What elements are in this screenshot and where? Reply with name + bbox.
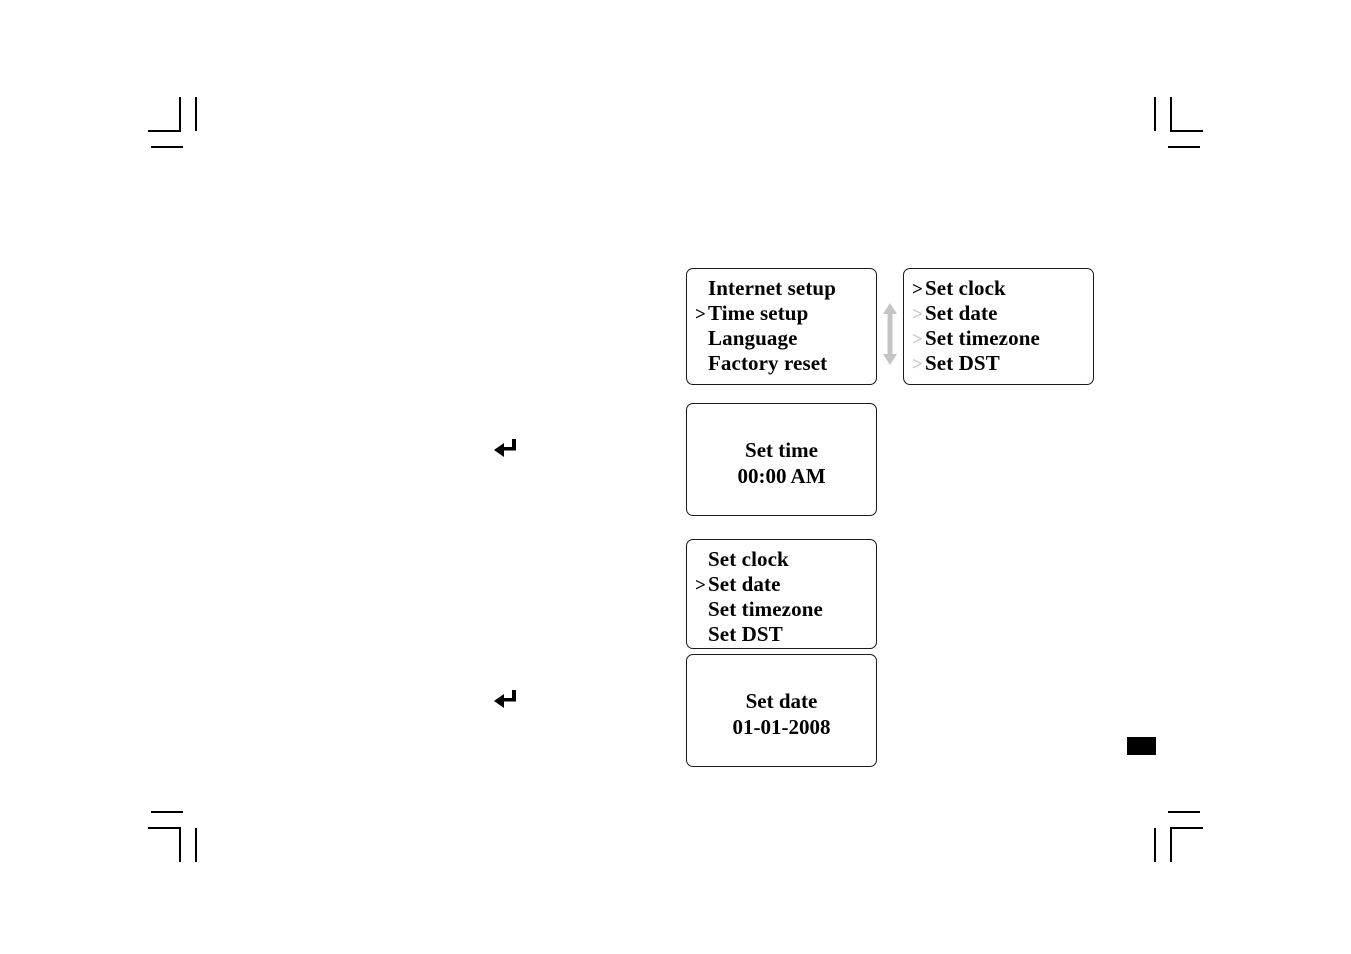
chevron-icon — [695, 623, 708, 648]
menu-item-label: Time setup — [708, 301, 809, 325]
set-time-value[interactable]: 00:00 AM — [737, 463, 825, 489]
menu-item-internet-setup[interactable]: Internet setup — [687, 276, 876, 301]
set-time-title: Set time — [745, 438, 818, 462]
return-arrow-set-date-icon — [494, 686, 518, 712]
crop-mark-top-right — [1147, 97, 1203, 153]
menu-item-label: Language — [708, 326, 798, 350]
chevron-icon: > — [912, 304, 923, 325]
display-clock-menu: Set clock > Set date Set timezone Set DS… — [686, 539, 877, 649]
menu-item-set-date[interactable]: > Set date — [687, 572, 876, 597]
chevron-icon — [695, 327, 708, 352]
page-marker-block — [1127, 737, 1156, 755]
menu-item-label: Set DST — [708, 622, 783, 646]
crop-mark-bottom-left — [148, 806, 204, 862]
chevron-icon: > — [912, 279, 923, 300]
menu-item-set-dst[interactable]: Set DST — [687, 622, 876, 647]
menu-item-label: Factory reset — [708, 351, 828, 375]
set-date-value[interactable]: 01-01-2008 — [733, 714, 831, 740]
return-arrow-set-time-icon — [494, 435, 518, 461]
menu-item-label: Set clock — [925, 276, 1006, 300]
chevron-icon — [695, 352, 708, 377]
set-date-title: Set date — [745, 689, 818, 713]
crop-mark-top-left — [148, 97, 204, 153]
menu-item-label: Set timezone — [708, 597, 823, 621]
crop-mark-bottom-right — [1147, 806, 1203, 862]
menu-item-label: Set DST — [925, 351, 1000, 375]
chevron-icon: > — [912, 329, 923, 350]
chevron-icon — [695, 277, 708, 302]
menu-item-label: Set timezone — [925, 326, 1040, 350]
chevron-icon: > — [695, 304, 706, 325]
menu-item-time-setup[interactable]: > Time setup — [687, 301, 876, 326]
display-time-setup-menu: > Set clock > Set date > Set timezone > … — [903, 268, 1094, 385]
menu-item-label: Set date — [925, 301, 998, 325]
menu-item-set-clock[interactable]: Set clock — [687, 547, 876, 572]
display-set-date: Set date 01-01-2008 — [686, 654, 877, 767]
display-setup-menu: Internet setup > Time setup Language Fac… — [686, 268, 877, 385]
scroll-up-down-arrow-icon — [880, 303, 900, 365]
chevron-icon — [695, 598, 708, 623]
menu-item-language[interactable]: Language — [687, 326, 876, 351]
menu-item-set-date[interactable]: > Set date — [904, 301, 1093, 326]
menu-item-set-dst[interactable]: > Set DST — [904, 351, 1093, 376]
menu-item-set-timezone[interactable]: > Set timezone — [904, 326, 1093, 351]
chevron-icon — [695, 548, 708, 573]
menu-item-label: Set clock — [708, 547, 789, 571]
menu-item-label: Internet setup — [708, 276, 836, 300]
display-set-time: Set time 00:00 AM — [686, 403, 877, 516]
menu-item-set-timezone[interactable]: Set timezone — [687, 597, 876, 622]
menu-item-label: Set date — [708, 572, 781, 596]
chevron-icon: > — [912, 354, 923, 375]
menu-item-factory-reset[interactable]: Factory reset — [687, 351, 876, 376]
chevron-icon: > — [695, 575, 706, 596]
menu-item-set-clock[interactable]: > Set clock — [904, 276, 1093, 301]
